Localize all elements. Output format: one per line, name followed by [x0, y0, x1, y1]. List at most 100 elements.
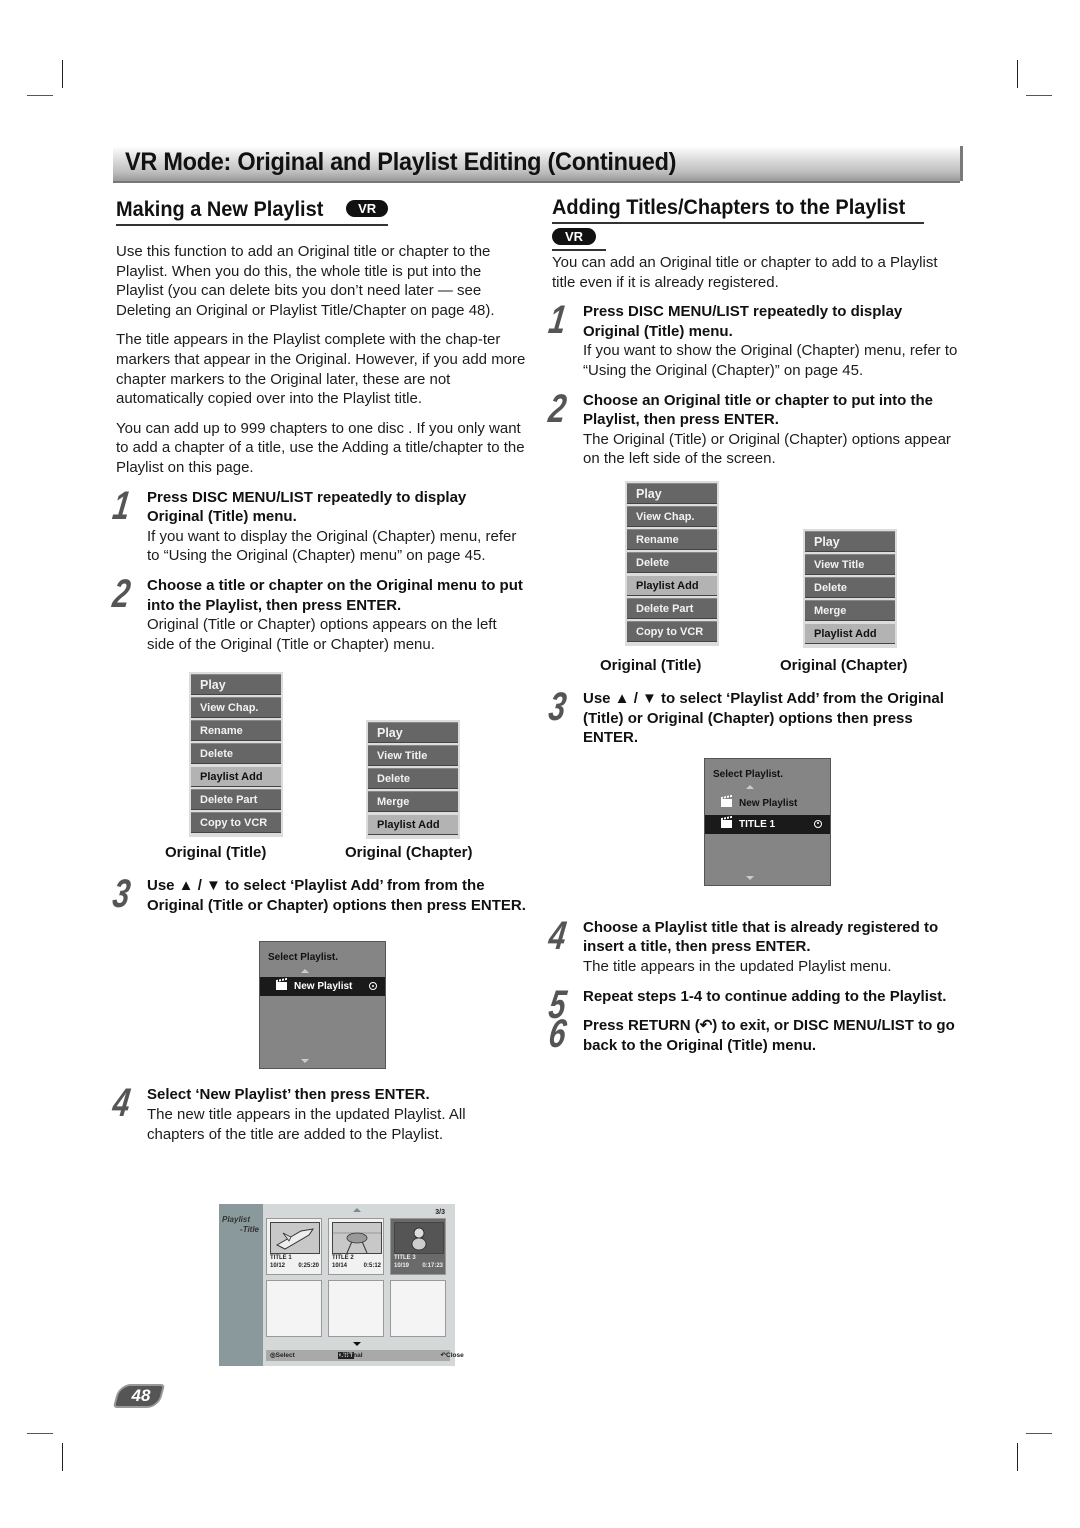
- step-instruction: Use ▲ / ▼ to select ‘Playlist Add’ from …: [147, 877, 526, 914]
- title-name: TITLE 3: [394, 1255, 416, 1261]
- step-1: 1 Press DISC MENU/LIST repeatedly to dis…: [546, 298, 962, 380]
- step-2: 2 Choose a title or chapter on the Origi…: [110, 572, 526, 654]
- empty-slot: [328, 1280, 384, 1337]
- option-label: New Playlist: [739, 797, 798, 809]
- menu-item[interactable]: Play: [368, 722, 458, 744]
- title-date: 10/19: [394, 1263, 410, 1269]
- menu-item[interactable]: Delete: [627, 551, 717, 573]
- step-instruction: Select ‘New Playlist’ then press ENTER.: [147, 1086, 430, 1104]
- title-thumbnail[interactable]: TITLE 1 10/12 0:25:20: [266, 1218, 322, 1275]
- menu-item[interactable]: Delete Part: [191, 789, 281, 811]
- scroll-up-icon[interactable]: [301, 969, 309, 974]
- menu-item[interactable]: Rename: [627, 528, 717, 550]
- empty-slot: [390, 1280, 446, 1337]
- dialog-title: Select Playlist.: [713, 768, 784, 780]
- vr-badge-wrap: VR: [552, 228, 606, 251]
- original-title-menu: Play View Chap. Rename Delete Playlist A…: [189, 672, 283, 838]
- playlist-option-title-1[interactable]: TITLE 1: [705, 814, 830, 834]
- title-duration: 0:5:12: [363, 1263, 381, 1269]
- step-number: 4: [546, 913, 569, 958]
- menu-item-selected[interactable]: Playlist Add: [191, 766, 281, 788]
- menu-item[interactable]: View Chap.: [627, 505, 717, 527]
- intro-paragraph: You can add an Original title or chapter…: [552, 254, 938, 291]
- menu-item[interactable]: Merge: [805, 599, 895, 621]
- menu-caption: Original (Chapter): [345, 844, 473, 862]
- vr-badge: VR: [346, 200, 389, 217]
- section-heading-text: Adding Titles/Chapters to the Playlist: [552, 196, 906, 219]
- crop-mark: [62, 60, 63, 88]
- left-column: Making a New Playlist VR Use this functi…: [110, 198, 526, 1154]
- title-name: TITLE 1: [270, 1255, 292, 1261]
- menu-item-selected[interactable]: Playlist Add: [805, 622, 895, 644]
- step-1: 1 Press DISC MENU/LIST repeatedly to dis…: [110, 484, 526, 566]
- step-detail: If you want to display the Original (Cha…: [147, 527, 517, 565]
- playlist-option-new[interactable]: New Playlist: [260, 977, 385, 997]
- menu-caption: Original (Title): [165, 844, 267, 862]
- menu-item[interactable]: Play: [191, 674, 281, 696]
- step-instruction: Choose a title or chapter on the Origina…: [147, 576, 523, 614]
- title-thumbnail[interactable]: TITLE 2 10/14 0:5:12: [328, 1218, 384, 1275]
- scroll-down-icon[interactable]: [746, 875, 754, 880]
- close-hint: ↶ Close: [440, 1352, 464, 1359]
- original-title-menu: Play View Chap. Rename Delete Playlist A…: [625, 480, 719, 646]
- menu-item[interactable]: Delete: [805, 576, 895, 598]
- menu-item[interactable]: Merge: [368, 791, 458, 813]
- menu-item-selected[interactable]: Playlist Add: [368, 814, 458, 836]
- step-detail: The new title appears in the updated Pla…: [147, 1106, 466, 1143]
- scroll-down-icon[interactable]: [353, 1342, 361, 1346]
- step-4: 4 Choose a Playlist title that is alread…: [546, 914, 962, 977]
- step-number: 2: [110, 571, 133, 616]
- menu-item[interactable]: Delete Part: [627, 597, 717, 619]
- menu-item[interactable]: View Chap.: [191, 697, 281, 719]
- step-number: 1: [546, 298, 569, 343]
- title-date: 10/14: [332, 1263, 348, 1269]
- menu-item[interactable]: Copy to VCR: [191, 812, 281, 834]
- scroll-up-icon[interactable]: [353, 1208, 361, 1212]
- playlist-help-bar: ◎ Select LIST Original ↶ Close: [266, 1350, 464, 1361]
- step-detail: The title appears in the updated Playlis…: [583, 957, 892, 975]
- step-number: 2: [546, 386, 569, 431]
- enter-icon: [369, 982, 377, 991]
- step-instruction: Choose an Original title or chapter to p…: [583, 391, 934, 429]
- section-heading-new-playlist: Making a New Playlist VR: [116, 198, 389, 226]
- clapperboard-icon: [276, 982, 287, 991]
- menu-caption: Original (Chapter): [780, 656, 908, 674]
- scroll-up-icon[interactable]: [746, 784, 754, 789]
- step-number: 1: [110, 483, 133, 528]
- menu-item[interactable]: Delete: [191, 743, 281, 765]
- dialog-title: Select Playlist.: [268, 952, 339, 964]
- menu-item[interactable]: Play: [805, 530, 895, 552]
- step-instruction: Use ▲ / ▼ to select ‘Playlist Add’ from …: [583, 689, 944, 747]
- intro-paragraph: You can add up to 999 chapters to one di…: [116, 419, 525, 476]
- clapperboard-icon: [721, 819, 732, 828]
- step-detail: If you want to show the Original (Chapte…: [583, 342, 958, 379]
- crop-mark: [1026, 95, 1052, 96]
- step-instruction: Repeat steps 1-4 to continue adding to t…: [583, 987, 947, 1005]
- step-4: 4 Select ‘New Playlist’ then press ENTER…: [110, 1081, 526, 1144]
- playlist-screen: Playlist -Title 3/3 TITLE 1 10/12 0:25:2…: [219, 1204, 464, 1366]
- crop-mark: [1026, 1433, 1052, 1434]
- title-duration: 0:17:23: [422, 1263, 443, 1269]
- title-name: TITLE 2: [332, 1255, 354, 1261]
- step-6: 6 Press RETURN (↶) to exit, or DISC MENU…: [546, 1012, 962, 1056]
- menu-item[interactable]: Copy to VCR: [627, 620, 717, 642]
- select-playlist-dialog: Select Playlist. New Playlist TITLE 1: [704, 757, 831, 886]
- section-heading-text: Making a New Playlist: [116, 198, 324, 221]
- car-image: [332, 1222, 382, 1254]
- menu-item-selected[interactable]: Playlist Add: [627, 574, 717, 596]
- title-duration: 0:25:20: [298, 1263, 319, 1269]
- menu-item[interactable]: Play: [627, 482, 717, 504]
- menu-item[interactable]: Rename: [191, 720, 281, 742]
- playlist-sidebar: Playlist -Title: [219, 1204, 263, 1366]
- step-3: 3 Use ▲ / ▼ to select ‘Playlist Add’ fro…: [546, 685, 962, 748]
- playlist-option-new[interactable]: New Playlist: [705, 794, 830, 813]
- step-3: 3 Use ▲ / ▼ to select ‘Playlist Add’ fro…: [110, 872, 526, 916]
- step-number: 4: [110, 1081, 133, 1126]
- option-label: TITLE 1: [739, 818, 776, 830]
- menu-item[interactable]: View Title: [805, 553, 895, 575]
- scroll-down-icon[interactable]: [301, 1059, 309, 1064]
- section-heading-adding-titles: Adding Titles/Chapters to the Playlist: [552, 196, 924, 224]
- menu-item[interactable]: Delete: [368, 768, 458, 790]
- title-thumbnail-selected[interactable]: TITLE 3 10/19 0:17:23: [390, 1218, 446, 1275]
- menu-item[interactable]: View Title: [368, 745, 458, 767]
